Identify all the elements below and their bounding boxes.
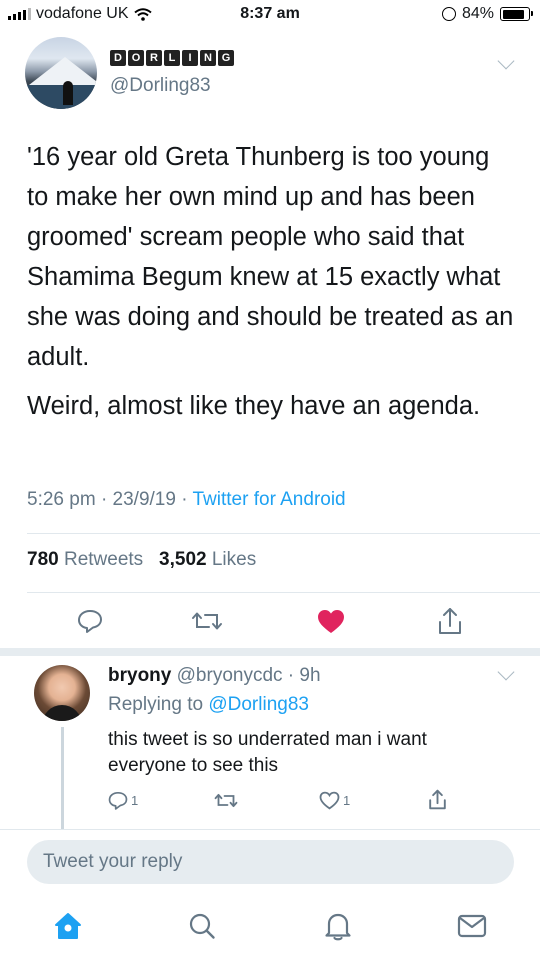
retweet-icon xyxy=(192,612,222,630)
divider xyxy=(27,533,540,534)
reply-text: this tweet is so underrated man i want e… xyxy=(108,729,427,776)
reply-reply-button[interactable]: 1 xyxy=(108,788,138,812)
retweet-button[interactable] xyxy=(187,606,227,636)
reply-like-button[interactable]: 1 xyxy=(319,788,350,812)
share-button[interactable] xyxy=(432,604,468,638)
author-name-letter: G xyxy=(218,50,234,66)
reply-icon xyxy=(108,791,128,810)
tweet-meta: 5:26 pm · 23/9/19 · Twitter for Android xyxy=(27,489,346,510)
nav-home[interactable] xyxy=(50,908,86,944)
reply-author-name[interactable]: bryony xyxy=(108,665,171,686)
home-icon xyxy=(55,913,81,939)
tweet-time: 5:26 pm xyxy=(27,489,96,510)
reply-like-count: 1 xyxy=(343,792,351,808)
notifications-icon xyxy=(325,913,351,941)
like-button[interactable] xyxy=(313,606,349,636)
author-name-letter: D xyxy=(110,50,126,66)
likes-count: 3,502 xyxy=(159,549,207,570)
divider xyxy=(27,592,540,593)
thread-line xyxy=(61,727,64,829)
nav-messages[interactable] xyxy=(454,908,490,944)
author-name-letter: I xyxy=(182,50,198,66)
retweet-icon xyxy=(214,793,238,807)
reply-author-handle[interactable]: @bryonycdc xyxy=(177,665,283,686)
status-bar-right: 84% xyxy=(441,5,533,23)
tweet-source[interactable]: Twitter for Android xyxy=(193,489,346,510)
reply-button[interactable] xyxy=(72,606,108,636)
likes-label: Likes xyxy=(211,549,257,570)
retweets-stat[interactable]: 780 Retweets xyxy=(27,549,143,570)
tweet-stats: 780 Retweets 3,502 Likes xyxy=(27,549,256,571)
reply-icon xyxy=(78,610,102,633)
author-name-letter: R xyxy=(146,50,162,66)
author-name-logo[interactable]: DORLING xyxy=(110,50,234,66)
reply-header: bryony @bryonycdc · 9h xyxy=(108,665,321,686)
orientation-lock-icon xyxy=(441,7,456,21)
bottom-nav xyxy=(0,900,540,960)
tweet-date: 23/9/19 xyxy=(112,489,176,510)
replying-to: Replying to @Dorling83 xyxy=(108,694,309,716)
tweet-paragraph-2: Weird, almost like they have an agenda. xyxy=(27,392,481,420)
reply-retweet-button[interactable] xyxy=(214,788,238,812)
author-avatar[interactable] xyxy=(25,37,97,109)
author-name-letter: N xyxy=(200,50,216,66)
author-name-letter: L xyxy=(164,50,180,66)
battery-level xyxy=(502,9,524,19)
heart-outline-icon xyxy=(319,791,340,809)
reply-reply-count: 1 xyxy=(131,792,139,808)
reply-share-button[interactable] xyxy=(428,786,447,812)
reply-composer[interactable] xyxy=(27,840,514,884)
reply-author-avatar[interactable] xyxy=(34,665,90,721)
nav-search[interactable] xyxy=(184,908,220,944)
tweet-text: '16 year old Greta Thunberg is too young… xyxy=(27,137,517,435)
author-handle[interactable]: @Dorling83 xyxy=(110,75,211,97)
chevron-down-icon[interactable] xyxy=(497,663,515,681)
likes-stat[interactable]: 3,502 Likes xyxy=(159,549,256,570)
reply-input[interactable] xyxy=(27,840,514,884)
heart-icon xyxy=(318,609,344,633)
divider xyxy=(0,829,540,830)
replying-to-label: Replying to xyxy=(108,694,204,715)
share-icon xyxy=(429,789,446,809)
replying-to-mention[interactable]: @Dorling83 xyxy=(208,694,309,715)
status-bar: vodafone UK 8:37 am 84% xyxy=(0,0,540,30)
author-name-letter: O xyxy=(128,50,144,66)
messages-icon xyxy=(457,914,487,938)
tweet-paragraph-1: '16 year old Greta Thunberg is too young… xyxy=(27,143,514,371)
battery-percent: 84% xyxy=(461,5,494,22)
section-divider xyxy=(0,648,540,656)
share-icon xyxy=(439,608,461,634)
search-icon xyxy=(189,913,215,939)
reply-age: 9h xyxy=(299,665,321,686)
nav-notifications[interactable] xyxy=(320,908,356,944)
chevron-down-icon[interactable] xyxy=(497,52,515,70)
retweets-label: Retweets xyxy=(63,549,144,570)
battery-icon xyxy=(500,7,533,21)
retweets-count: 780 xyxy=(27,549,59,570)
